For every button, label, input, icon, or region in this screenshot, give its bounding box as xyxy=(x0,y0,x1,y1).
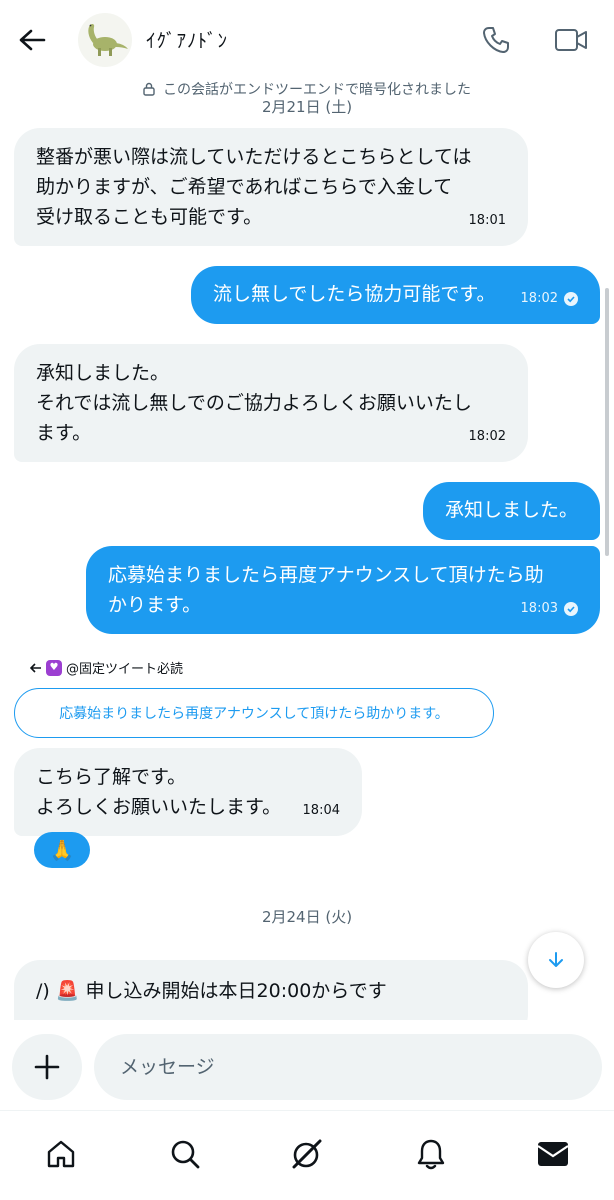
check-circle-icon xyxy=(564,292,578,306)
back-arrow-icon xyxy=(19,29,46,51)
sent-message[interactable]: 承知しました。 xyxy=(423,482,600,540)
message-text: こちら了解です。 よろしくお願いいたします。 xyxy=(36,766,282,818)
date-label: 2月21日 (土) xyxy=(251,98,363,116)
date-separator: 2月21日 (土) xyxy=(0,96,614,117)
nav-search[interactable] xyxy=(162,1131,208,1177)
nav-messages[interactable] xyxy=(530,1131,576,1177)
grok-icon xyxy=(292,1139,322,1169)
reaction-badge[interactable]: 🙏 xyxy=(34,832,90,868)
message-text: /) 🚨 申し込み開始は本日20:00からです xyxy=(36,980,387,1002)
check-circle-icon xyxy=(564,602,578,616)
bottom-navigation xyxy=(0,1110,614,1200)
message-input[interactable] xyxy=(94,1034,602,1100)
message-time: 18:02 xyxy=(520,291,558,306)
message-time: 18:01 xyxy=(468,213,506,228)
received-message[interactable]: こちら了解です。 よろしくお願いいたします。 18:04 xyxy=(14,748,362,836)
message-text: 承知しました。 xyxy=(445,499,579,521)
call-button[interactable] xyxy=(478,22,514,58)
video-call-button[interactable] xyxy=(552,22,590,58)
message-text: 整番が悪い際は流していただけるとこちらとしては 助かりますが、ご希望であればこち… xyxy=(36,146,472,228)
nav-grok[interactable] xyxy=(284,1131,330,1177)
message-time: 18:04 xyxy=(302,803,340,818)
contact-name[interactable]: ｲｸﾞｱﾉﾄﾞﾝ xyxy=(146,26,228,53)
conversation-header: ｲｸﾞｱﾉﾄﾞﾝ xyxy=(0,0,614,80)
received-message[interactable]: 承知しました。 それでは流し無しでのご協力よろしくお願いいたし ます。 18:0… xyxy=(14,344,528,462)
home-icon xyxy=(47,1140,75,1168)
scroll-to-bottom-button[interactable] xyxy=(528,932,584,988)
back-button[interactable] xyxy=(14,22,50,58)
video-camera-icon xyxy=(555,29,587,51)
mail-icon xyxy=(537,1142,569,1166)
add-attachment-button[interactable] xyxy=(12,1034,82,1100)
plus-icon xyxy=(34,1054,60,1080)
phone-icon xyxy=(483,27,509,53)
heart-icon: ♥ xyxy=(46,659,62,676)
message-time: 18:02 xyxy=(468,429,506,444)
sent-message[interactable]: 応募始まりましたら再度アナウンスして頂けたら助 かります。 18:03 xyxy=(86,546,600,634)
quoted-text: 応募始まりましたら再度アナウンスして頂けたら助かります。 xyxy=(59,706,449,722)
reply-author: @固定ツイート必読 xyxy=(66,662,184,677)
message-composer xyxy=(0,1020,614,1110)
bell-icon xyxy=(417,1139,445,1170)
sent-message[interactable]: 流し無しでしたら協力可能です。 18:02 xyxy=(191,266,600,324)
nav-home[interactable] xyxy=(38,1131,84,1177)
search-icon xyxy=(171,1140,200,1169)
message-text: 応募始まりましたら再度アナウンスして頂けたら助 かります。 xyxy=(108,564,544,616)
avatar[interactable] xyxy=(78,13,132,67)
date-label: 2月24日 (火) xyxy=(251,908,363,926)
scrollbar[interactable] xyxy=(605,288,609,556)
reply-context: ♥ @固定ツイート必読 xyxy=(30,658,183,677)
arrow-down-icon xyxy=(549,952,563,967)
reply-arrow-icon xyxy=(30,662,41,673)
message-time: 18:03 xyxy=(520,601,558,616)
received-message[interactable]: /) 🚨 申し込み開始は本日20:00からです xyxy=(14,960,528,1020)
dinosaur-avatar-image xyxy=(88,23,128,56)
lock-icon xyxy=(143,82,155,96)
nav-notifications[interactable] xyxy=(408,1131,454,1177)
received-message[interactable]: 整番が悪い際は流していただけるとこちらとしては 助かりますが、ご希望であればこち… xyxy=(14,128,528,246)
date-separator: 2月24日 (火) xyxy=(0,906,614,927)
quoted-message[interactable]: 応募始まりましたら再度アナウンスして頂けたら助かります。 xyxy=(14,688,494,738)
message-text: 承知しました。 それでは流し無しでのご協力よろしくお願いいたし ます。 xyxy=(36,362,472,444)
reaction-emoji: 🙏 xyxy=(49,838,75,862)
message-thread[interactable]: この会話がエンドツーエンドで暗号化されました 2月21日 (土) 整番が悪い際は… xyxy=(0,80,614,1020)
